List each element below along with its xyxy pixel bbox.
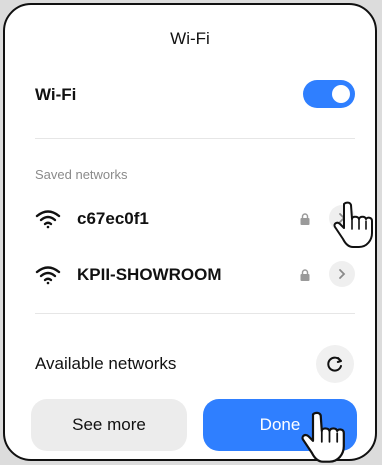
chevron-right-icon <box>339 269 346 279</box>
saved-network-row[interactable]: c67ec0f1 <box>35 203 355 237</box>
wifi-toggle-label: Wi-Fi <box>35 85 77 104</box>
wifi-icon <box>35 210 61 229</box>
available-networks-label: Available networks <box>35 354 177 373</box>
see-more-button[interactable]: See more <box>31 399 187 451</box>
divider <box>35 313 355 314</box>
toggle-knob <box>332 85 350 103</box>
network-name: c67ec0f1 <box>77 209 149 228</box>
divider <box>35 138 355 139</box>
saved-network-row[interactable]: KPII-SHOWROOM <box>35 259 355 293</box>
dialog-title: Wi-Fi <box>170 29 210 48</box>
saved-networks-label: Saved networks <box>35 167 128 182</box>
hand-pointer-icon <box>333 201 373 248</box>
network-details-button[interactable] <box>329 261 355 287</box>
lock-icon <box>300 269 310 281</box>
network-name: KPII-SHOWROOM <box>77 265 222 284</box>
wifi-dialog: Wi-Fi Wi-Fi Saved networks c67ec0f1 KPII… <box>3 3 377 461</box>
lock-icon <box>300 213 310 225</box>
wifi-icon <box>35 266 61 285</box>
refresh-icon <box>327 356 342 372</box>
wifi-toggle[interactable] <box>303 80 355 108</box>
refresh-networks-button[interactable] <box>316 345 354 383</box>
hand-pointer-icon <box>301 411 345 463</box>
